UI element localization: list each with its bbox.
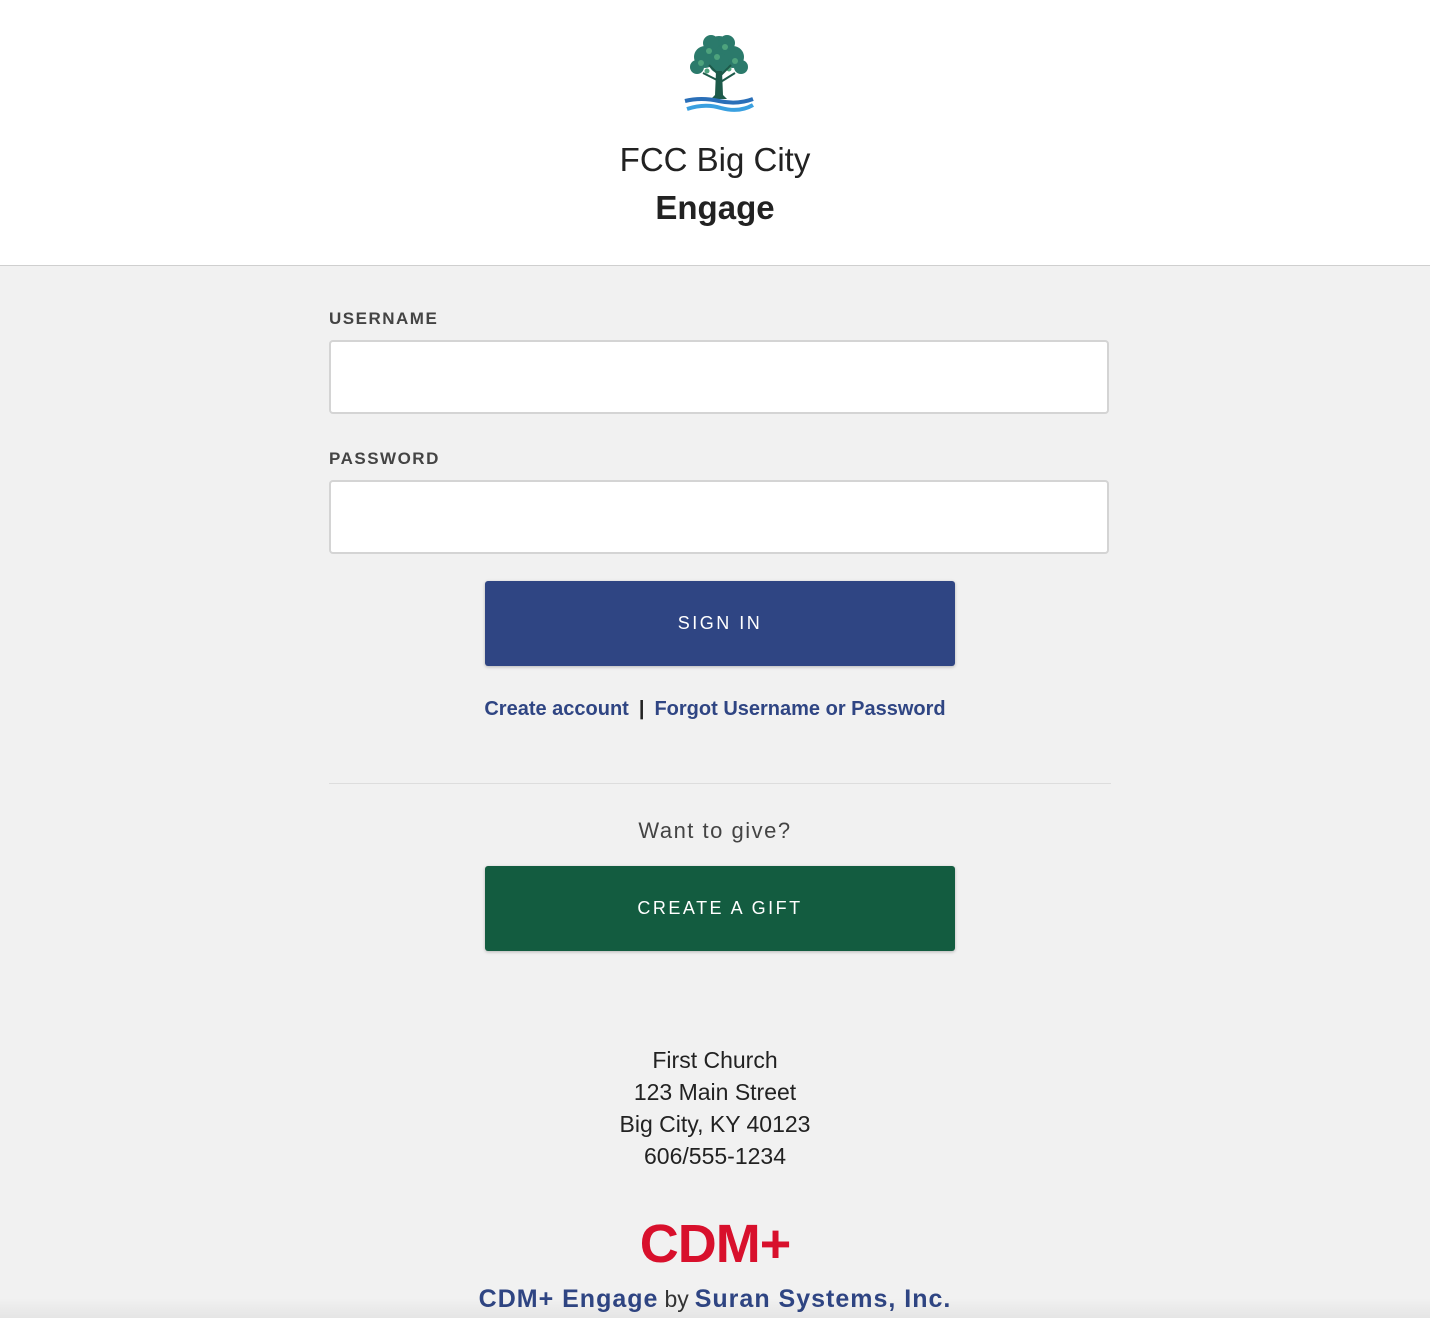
password-input[interactable]: [329, 480, 1109, 554]
address-line: Big City, KY 40123: [619, 1111, 811, 1137]
username-input[interactable]: [329, 340, 1109, 414]
username-label: USERNAME: [329, 309, 439, 328]
bottom-shadow: [0, 1298, 1430, 1318]
link-separator: |: [638, 698, 645, 720]
church-address: First Church 123 Main Street Big City, K…: [0, 1044, 1430, 1172]
tree-logo-icon: [681, 33, 757, 115]
address-line: First Church: [652, 1047, 778, 1073]
account-links: Create account | Forgot Username or Passwo…: [0, 694, 1430, 724]
forgot-credentials-link[interactable]: Forgot Username or Password: [654, 698, 945, 720]
sign-in-button[interactable]: SIGN IN: [485, 581, 955, 666]
phone-number: 606/555-1234: [644, 1143, 786, 1169]
app-name: Engage: [655, 189, 775, 226]
give-prompt: Want to give?: [638, 818, 792, 843]
password-label: PASSWORD: [329, 449, 440, 468]
create-gift-button[interactable]: CREATE A GIFT: [485, 866, 955, 951]
section-divider: [329, 783, 1111, 784]
header: FCC Big City Engage: [0, 0, 1430, 266]
create-account-link[interactable]: Create account: [484, 698, 629, 720]
cdm-logo: CDM+: [639, 1214, 792, 1274]
address-line: 123 Main Street: [633, 1079, 797, 1105]
org-name: FCC Big City: [619, 141, 811, 178]
